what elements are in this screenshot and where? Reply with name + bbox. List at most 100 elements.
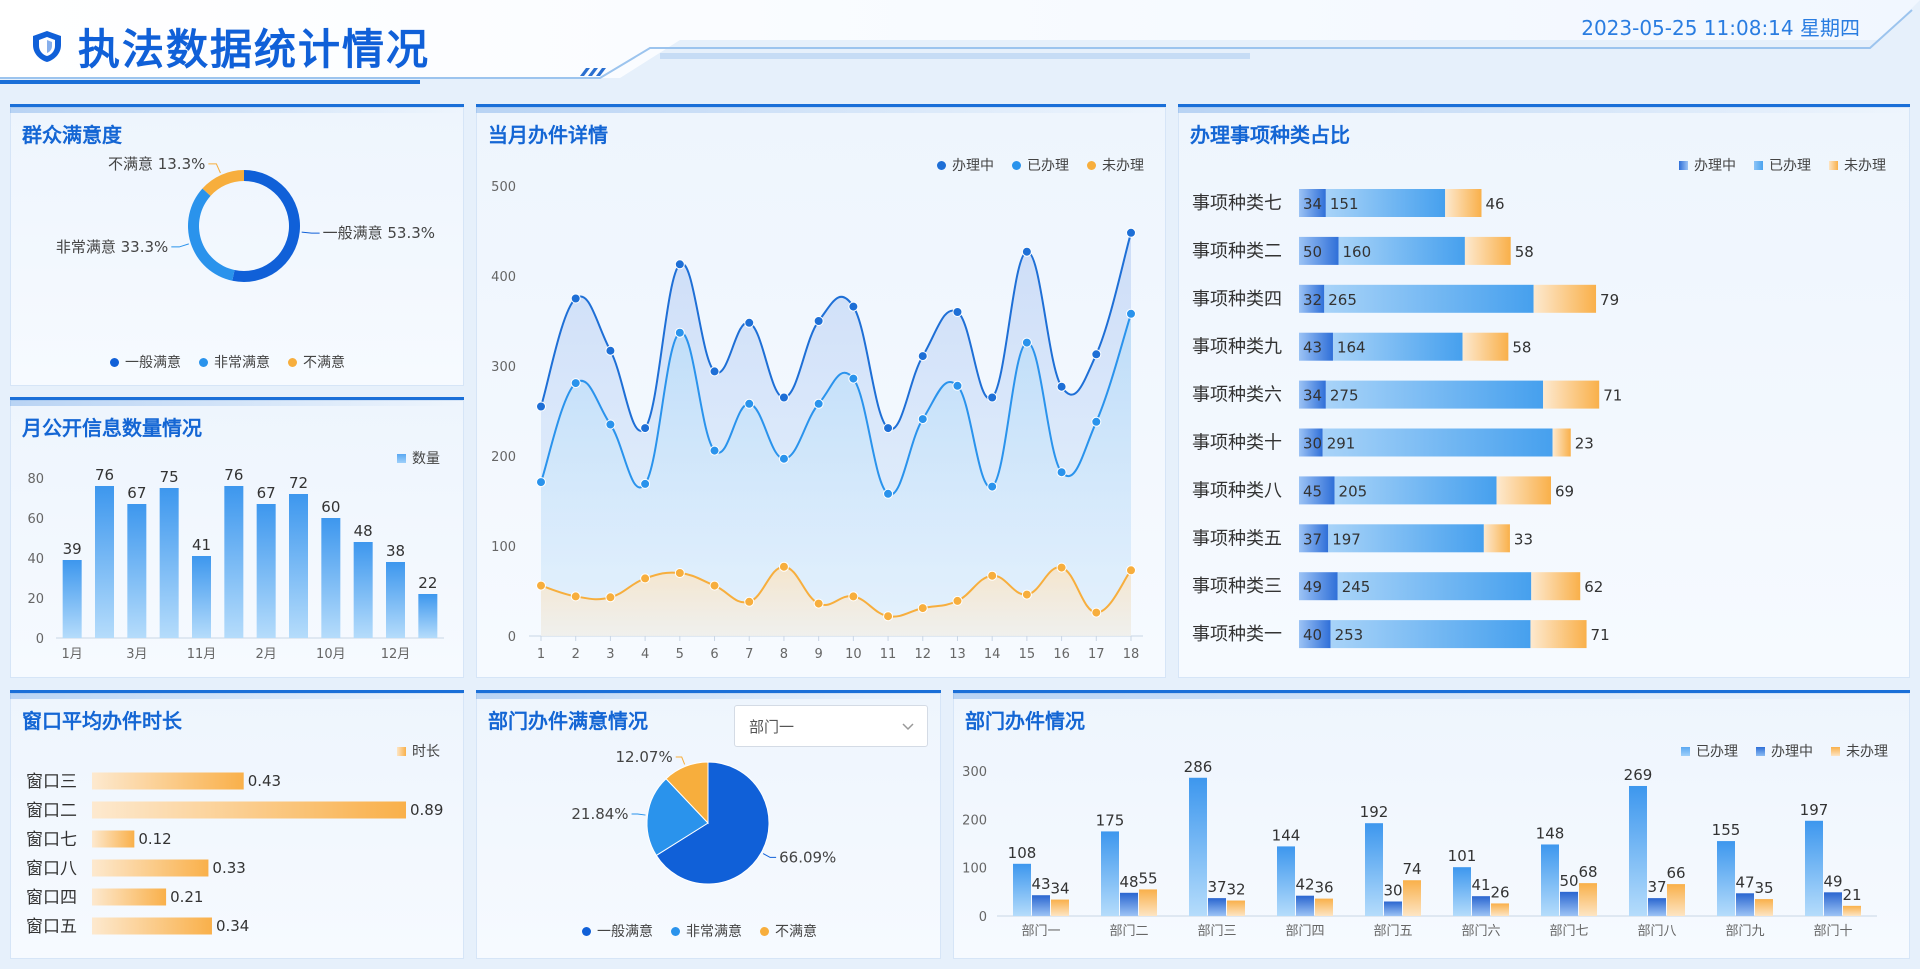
dept-satisfaction-legend: 一般满意 非常满意 不满意: [582, 921, 817, 941]
data-label: 151: [1330, 195, 1359, 213]
data-label: 108: [1008, 844, 1037, 862]
data-label: 42: [1295, 876, 1314, 894]
data-point: [883, 423, 894, 434]
category-label: 事项种类八: [1192, 480, 1282, 501]
data-point: [778, 561, 789, 572]
data-point: [917, 414, 928, 425]
data-label: 58: [1515, 243, 1534, 261]
bar-segment: [1533, 284, 1597, 313]
x-tick-label: 13: [949, 647, 966, 662]
data-label: 50: [1559, 872, 1578, 890]
header: 执法数据统计情况 2023-05-25 11:08:14 星期四: [0, 0, 1920, 90]
data-point: [848, 301, 859, 312]
legend-item[interactable]: 一般满意: [110, 352, 181, 372]
data-label: 76: [95, 466, 114, 484]
bar: [256, 504, 276, 638]
bar: [1296, 895, 1314, 916]
data-point: [987, 481, 998, 492]
data-label: 34: [1050, 880, 1069, 898]
data-label: 205: [1339, 482, 1368, 500]
data-point: [1091, 349, 1102, 360]
data-label: 23: [1575, 435, 1594, 453]
panel-satisfaction: 群众满意度 一般满意 53.3% 非常满意 33.3% 不满意 13.3% 一般满意…: [10, 104, 464, 386]
x-tick-label: 3月: [126, 647, 147, 662]
bar: [1824, 892, 1842, 916]
category-label: 事项种类五: [1192, 528, 1282, 549]
data-label: 48: [354, 522, 373, 540]
slice-label: 不满意 13.3%: [108, 155, 205, 173]
donut-slice: [202, 170, 244, 196]
data-point: [570, 293, 581, 304]
legend-item[interactable]: 非常满意: [671, 921, 742, 941]
legend-item[interactable]: 非常满意: [199, 352, 270, 372]
data-label: 71: [1591, 626, 1610, 644]
bar: [1667, 884, 1685, 916]
data-point: [674, 259, 685, 270]
bar-segment: [1464, 236, 1511, 265]
label-leader-line: [675, 756, 686, 765]
data-label: 49: [1823, 872, 1842, 890]
x-tick-label: 15: [1019, 647, 1036, 662]
data-point: [1056, 562, 1067, 573]
data-point: [709, 366, 720, 377]
x-tick-label: 部门五: [1373, 924, 1412, 939]
data-label: 197: [1800, 801, 1829, 819]
data-point: [570, 378, 581, 389]
y-tick-label: 40: [27, 552, 44, 567]
y-tick-label: 200: [491, 450, 516, 465]
legend-item[interactable]: 不满意: [760, 921, 817, 941]
panel-category-ratio: 办理事项种类占比 办理中 已办理 未办理 事项种类七 34 151 46 事项种类二 50…: [1178, 104, 1910, 678]
data-point: [987, 570, 998, 581]
x-tick-label: 10月: [316, 647, 346, 662]
x-tick-label: 12: [914, 647, 931, 662]
bar-segment: [1530, 620, 1587, 649]
data-label: 175: [1096, 811, 1125, 829]
legend-item[interactable]: 不满意: [288, 352, 345, 372]
bar: [1403, 880, 1421, 916]
data-label: 32: [1303, 291, 1322, 309]
bar: [1032, 895, 1050, 916]
bar: [92, 859, 209, 877]
x-tick-label: 17: [1088, 647, 1105, 662]
bar: [92, 801, 406, 819]
data-label: 265: [1328, 291, 1357, 309]
bar: [1013, 863, 1031, 916]
data-label: 72: [289, 474, 308, 492]
category-ratio-stacked-bar-chart: 事项种类七 34 151 46 事项种类二 50 160 58 事项种类四 32 265 79 事项种类…: [1192, 189, 1622, 649]
bar: [1843, 905, 1861, 916]
satisfaction-donut-chart: 一般满意 53.3% 非常满意 33.3% 不满意 13.3%: [56, 155, 435, 282]
data-point: [640, 423, 651, 434]
y-tick-label: 100: [491, 540, 516, 555]
bar: [1648, 898, 1666, 916]
x-tick-label: 部门六: [1461, 924, 1500, 939]
x-tick-label: 11: [880, 647, 897, 662]
data-label: 37: [1647, 878, 1666, 896]
bar-segment: [1552, 428, 1571, 457]
slice-label: 12.07%: [616, 748, 673, 766]
data-label: 0.12: [138, 830, 171, 848]
data-label: 253: [1335, 626, 1364, 644]
bar: [92, 772, 244, 790]
data-label: 0.34: [216, 917, 249, 935]
data-point: [952, 380, 963, 391]
bar: [1208, 898, 1226, 916]
category-label: 窗口三: [26, 772, 77, 792]
slice-label: 21.84%: [571, 805, 628, 823]
data-label: 39: [63, 540, 82, 558]
bar: [1227, 900, 1245, 916]
bar: [1579, 883, 1597, 916]
data-label: 66: [1666, 864, 1685, 882]
data-label: 197: [1332, 530, 1361, 548]
page-title: 执法数据统计情况: [78, 24, 431, 74]
slice-label: 66.09%: [779, 848, 836, 866]
data-label: 33: [1514, 530, 1533, 548]
category-label: 窗口四: [26, 888, 77, 908]
data-label: 34: [1303, 195, 1322, 213]
data-point: [744, 398, 755, 409]
bar: [92, 917, 212, 935]
data-point: [1021, 337, 1032, 348]
bar: [1453, 867, 1471, 916]
bar-segment: [1462, 332, 1509, 361]
category-label: 事项种类六: [1192, 385, 1282, 406]
legend-item[interactable]: 一般满意: [582, 921, 653, 941]
